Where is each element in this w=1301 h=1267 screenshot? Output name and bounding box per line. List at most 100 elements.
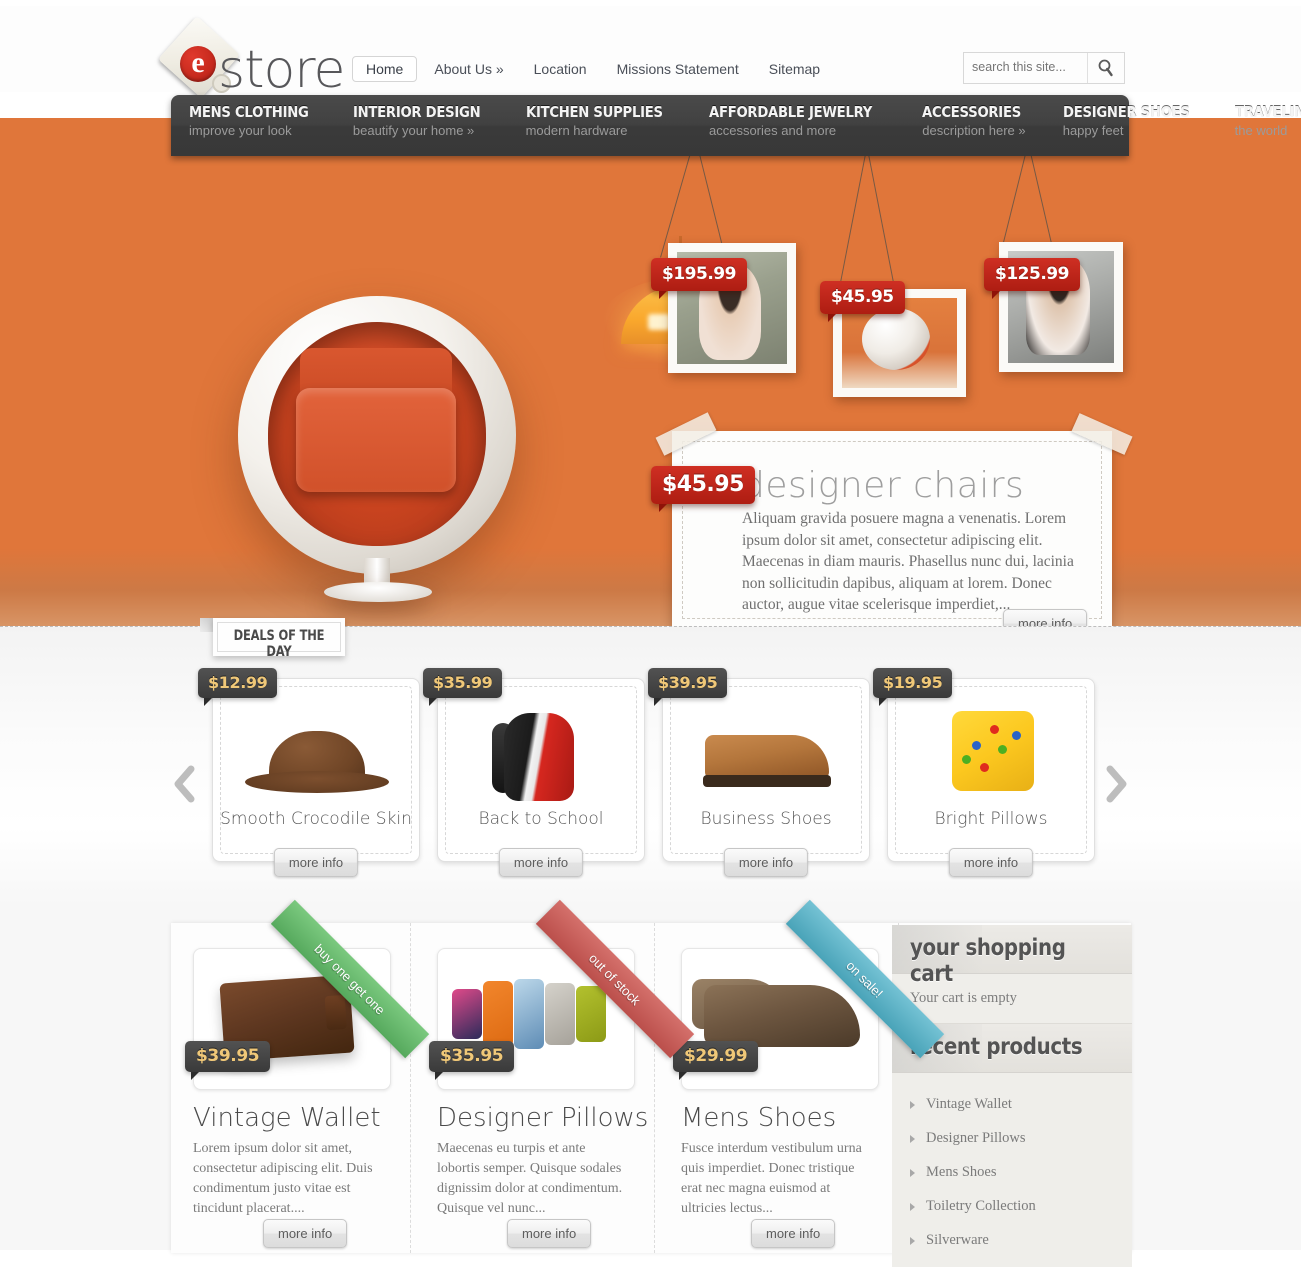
shoe-front-image <box>704 985 860 1047</box>
product-card-vintage-wallet: $39.95 Vintage Wallet Lorem ipsum dolor … <box>171 923 411 1253</box>
product-more-info-designer-pillows[interactable]: more info <box>507 1219 592 1248</box>
deals-label-fold <box>200 618 214 632</box>
deal-price-3: $39.95 <box>648 668 728 706</box>
shoe-upper <box>705 735 829 779</box>
product-title-vintage-wallet: Vintage Wallet <box>193 1103 381 1133</box>
recent-item-vintage-wallet[interactable]: Vintage Wallet <box>926 1096 1012 1112</box>
product-more-info-vintage-wallet[interactable]: more info <box>263 1219 348 1248</box>
chevron-left-icon <box>174 765 195 803</box>
main-nav-items: MENS CLOTHING improve your look INTERIOR… <box>189 103 1301 138</box>
recent-item-mens-shoes[interactable]: Mens Shoes <box>926 1164 997 1180</box>
main-nav-subtitle: the world <box>1234 123 1288 138</box>
deal-card-bright-pillows[interactable]: Bright Pillows more info <box>887 678 1095 877</box>
lamp-shine <box>648 314 670 330</box>
deal-more-info-2[interactable]: more info <box>498 848 584 877</box>
hero-price-tag-1: $195.99 <box>651 258 747 299</box>
main-nav-title: DESIGNER SHOES <box>1062 103 1190 121</box>
main-nav-mens-clothing[interactable]: MENS CLOTHING improve your look <box>189 103 339 138</box>
product-price-vintage-wallet: $39.95 <box>185 1041 271 1080</box>
pillow-button-red <box>980 763 989 772</box>
chair-cushion <box>296 388 456 492</box>
deal-more-info-4[interactable]: more info <box>948 848 1034 877</box>
deal-card-back-to-school[interactable]: Back to School more info <box>437 678 645 877</box>
product-more-info-mens-shoes[interactable]: more info <box>751 1219 836 1248</box>
list-item[interactable]: Mens Shoes <box>892 1155 1132 1189</box>
logo-wordmark: store <box>218 40 346 100</box>
search-icon <box>1098 59 1113 77</box>
main-nav-subtitle: description here » <box>922 123 1026 138</box>
carousel-next-button[interactable] <box>1103 764 1129 804</box>
pillow-button-green <box>962 755 971 764</box>
deal-image-shoe <box>687 701 845 797</box>
pillow-orange <box>483 981 513 1047</box>
hero-price-badge: $45.95 <box>651 466 755 512</box>
main-nav-title: MENS CLOTHING <box>189 103 309 121</box>
site-header: e store Home About Us » Location Mission… <box>0 6 1301 100</box>
main-nav-traveling[interactable]: TRAVELING the world <box>1235 103 1301 138</box>
shoe-sole <box>703 775 831 787</box>
pillow-olive <box>576 986 606 1042</box>
top-nav-about-us[interactable]: About Us » <box>421 57 516 81</box>
product-title-designer-pillows: Designer Pillows <box>437 1103 649 1133</box>
search-input[interactable] <box>964 53 1102 81</box>
main-nav-title: INTERIOR DESIGN <box>352 103 481 121</box>
deal-more-info-3[interactable]: more info <box>723 848 809 877</box>
product-price-designer-pillows: $35.95 <box>429 1041 515 1080</box>
recent-products-list: Vintage Wallet Designer Pillows Mens Sho… <box>892 1073 1132 1267</box>
deal-image-hat <box>237 701 395 797</box>
pillow-button-blue <box>972 741 981 750</box>
main-nav-subtitle: happy feet <box>1062 123 1124 138</box>
top-nav-location[interactable]: Location <box>521 57 600 81</box>
list-item[interactable]: Silverware <box>892 1223 1132 1257</box>
deal-card-business-shoes[interactable]: Business Shoes more info <box>662 678 870 877</box>
list-item[interactable]: Toiletry Collection <box>892 1189 1132 1223</box>
deal-price-2: $35.99 <box>423 668 503 706</box>
recent-item-toiletry-collection[interactable]: Toiletry Collection <box>926 1198 1036 1214</box>
main-nav-subtitle: beautify your home » <box>352 123 475 138</box>
product-title-mens-shoes: Mens Shoes <box>681 1103 837 1133</box>
main-nav-designer-shoes[interactable]: DESIGNER SHOES happy feet <box>1063 103 1221 138</box>
main-nav-subtitle: accessories and more <box>708 123 837 138</box>
carousel-prev-button[interactable] <box>172 764 198 804</box>
pillow-body <box>952 711 1034 791</box>
site-logo[interactable]: e store <box>158 16 346 100</box>
pillow-button-green <box>998 745 1007 754</box>
deal-name-1: Smooth Crocodile Skin <box>220 809 412 829</box>
top-nav-home[interactable]: Home <box>352 56 418 82</box>
product-desc-vintage-wallet: Lorem ipsum dolor sit amet, consectetur … <box>193 1141 373 1216</box>
main-nav-affordable-jewelry[interactable]: AFFORDABLE JEWELRY accessories and more <box>709 103 908 138</box>
main-nav-subtitle: modern hardware <box>525 123 628 138</box>
hero-price-tag-2: $45.95 <box>820 281 905 322</box>
shopping-cart-title: your shopping cart <box>910 935 1066 987</box>
search-button[interactable] <box>1087 53 1124 83</box>
recent-item-silverware[interactable]: Silverware <box>926 1232 989 1248</box>
sidebar: your shopping cart Your cart is empty re… <box>892 925 1132 1267</box>
hero-title: designer chairs <box>742 465 1025 506</box>
shopping-cart-header: your shopping cart <box>892 925 1132 987</box>
search-box <box>963 52 1125 84</box>
main-nav-accessories[interactable]: ACCESSORIES description here » <box>922 103 1048 138</box>
main-nav-kitchen-supplies[interactable]: KITCHEN SUPPLIES modern hardware <box>526 103 695 138</box>
deal-price-4: $19.95 <box>873 668 953 706</box>
hat-brim <box>245 771 389 793</box>
deals-label-text: DEALS OF THE DAY <box>233 628 325 660</box>
logo-e-icon: e <box>180 46 216 82</box>
main-nav-subtitle: improve your look <box>189 123 292 138</box>
deals-of-the-day-label: DEALS OF THE DAY <box>213 618 345 660</box>
page-root: e store Home About Us » Location Mission… <box>0 0 1301 1267</box>
deal-image-pillow <box>912 701 1070 797</box>
recent-item-designer-pillows[interactable]: Designer Pillows <box>926 1130 1025 1146</box>
pillow-button-blue <box>1012 731 1021 740</box>
deal-card-smooth-crocodile-skin[interactable]: Smooth Crocodile Skin more info <box>212 678 420 877</box>
product-price-mens-shoes: $29.99 <box>673 1041 759 1080</box>
main-nav-interior-design[interactable]: INTERIOR DESIGN beautify your home » <box>353 103 512 138</box>
backpack-body <box>504 713 574 801</box>
list-item[interactable]: Vintage Wallet <box>892 1087 1132 1121</box>
deal-more-info-1[interactable]: more info <box>273 848 359 877</box>
top-nav-missions-statement[interactable]: Missions Statement <box>604 57 752 81</box>
main-navigation: MENS CLOTHING improve your look INTERIOR… <box>171 95 1301 156</box>
deal-name-2: Back to School <box>478 809 604 829</box>
main-nav-title: AFFORDABLE JEWELRY <box>708 103 873 121</box>
top-nav-sitemap[interactable]: Sitemap <box>756 57 833 81</box>
list-item[interactable]: Designer Pillows <box>892 1121 1132 1155</box>
